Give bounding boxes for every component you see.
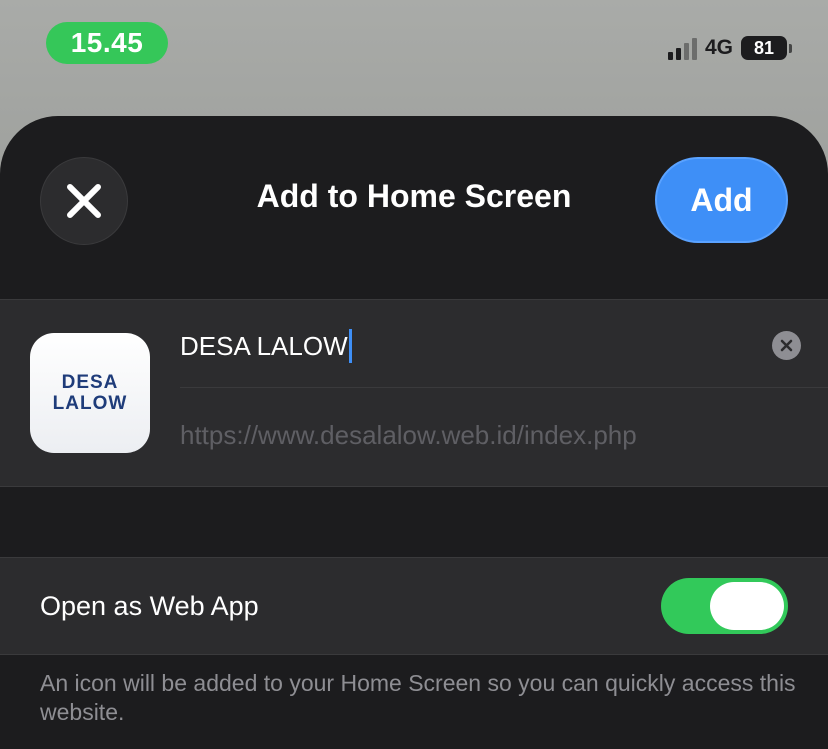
clear-icon [780, 339, 793, 352]
add-button[interactable]: Add [655, 157, 788, 243]
bookmark-url: https://www.desalalow.web.id/index.php [180, 420, 637, 450]
text-cursor [348, 329, 352, 363]
app-icon-text-line1: DESA [61, 372, 119, 393]
web-app-toggle[interactable] [661, 578, 788, 634]
bookmark-name-field[interactable]: DESA LALOW [180, 326, 780, 366]
toggle-knob [710, 582, 784, 630]
web-app-description: An icon will be added to your Home Scree… [40, 670, 796, 725]
battery-icon: 81 [741, 36, 792, 60]
app-icon-preview: DESA LALOW [30, 333, 150, 453]
app-icon-text-line2: LALOW [52, 393, 128, 414]
clear-name-button[interactable] [772, 331, 801, 360]
network-type-label: 4G [704, 36, 733, 59]
status-time: 15.45 [46, 22, 168, 64]
battery-level: 81 [741, 36, 787, 60]
web-app-option-label: Open as Web App [40, 591, 259, 621]
signal-strength-icon [667, 36, 697, 60]
field-divider [180, 387, 828, 388]
bookmark-name-value: DESA LALOW [180, 330, 348, 361]
status-indicators: 4G 81 [667, 36, 792, 60]
